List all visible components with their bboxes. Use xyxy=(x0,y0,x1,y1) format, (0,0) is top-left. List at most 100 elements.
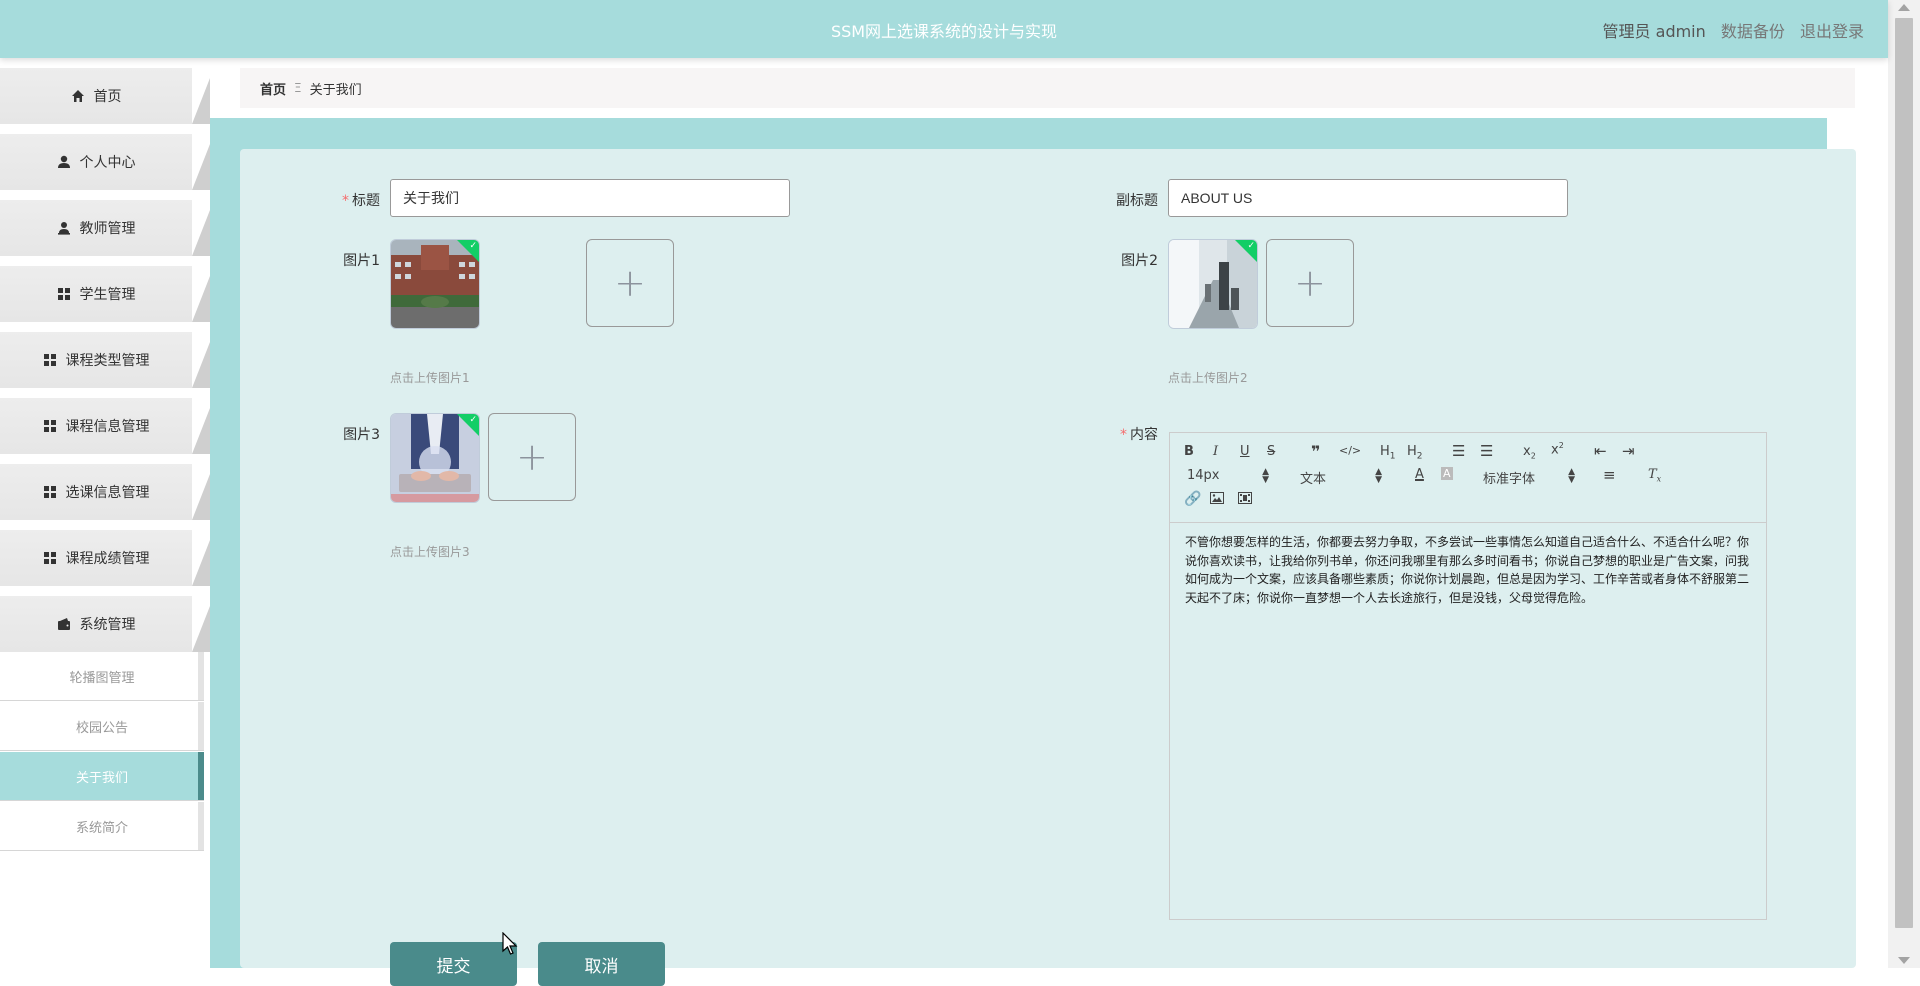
link-icon[interactable]: 🔗 xyxy=(1184,491,1201,507)
pic1-thumbnail[interactable]: ✓ xyxy=(390,239,480,329)
submenu-item-notice[interactable]: 校园公告 xyxy=(0,702,204,751)
subscript-icon[interactable]: x2 xyxy=(1523,444,1536,461)
sidebar-item-profile[interactable]: 个人中心 xyxy=(0,134,192,190)
breadcrumb-separator: Ξ xyxy=(294,81,302,95)
pic1-upload-button[interactable]: + xyxy=(586,239,674,327)
outdent-icon[interactable]: ⇤ xyxy=(1594,442,1607,460)
pic3-thumbnail[interactable]: ✓ xyxy=(390,413,480,503)
submenu-item-carousel[interactable]: 轮播图管理 xyxy=(0,652,204,701)
code-block-icon[interactable]: </> xyxy=(1339,444,1361,457)
blockquote-icon[interactable]: ❞ xyxy=(1311,442,1320,461)
content-label: * 内容 xyxy=(1120,427,1158,443)
sidebar-item-course-info[interactable]: 课程信息管理 xyxy=(0,398,192,454)
editor-toolbar: B I U S ❞ </> H1 H2 ☰ ☰ x2 x2 ⇤ ⇥ 14px ▲ ▼… xyxy=(1170,433,1766,523)
select-arrow-icon: ▲ ▼ xyxy=(1375,467,1382,485)
sidebar-item-label: 学生管理 xyxy=(79,287,136,303)
scrollbar-thumb[interactable] xyxy=(1895,18,1913,928)
background-color-icon[interactable]: A xyxy=(1441,467,1453,480)
submenu-item-about-us[interactable]: 关于我们 xyxy=(0,752,204,801)
current-user: 管理员 admin xyxy=(1602,22,1706,41)
pic3-upload-button[interactable]: + xyxy=(488,413,576,501)
grid-icon xyxy=(43,485,57,499)
vertical-scrollbar[interactable] xyxy=(1888,0,1920,968)
plus-icon: + xyxy=(614,261,646,305)
pic2-thumbnail[interactable]: ✓ xyxy=(1168,239,1258,329)
font-family-select[interactable]: 标准字体 ▲ ▼ xyxy=(1483,467,1575,488)
indent-icon[interactable]: ⇥ xyxy=(1622,442,1635,460)
select-arrow-icon: ▲ ▼ xyxy=(1568,467,1575,485)
sidebar-item-selection-info[interactable]: 选课信息管理 xyxy=(0,464,192,520)
sidebar-item-students[interactable]: 学生管理 xyxy=(0,266,192,322)
home-icon xyxy=(71,89,85,103)
sidebar-item-label: 选课信息管理 xyxy=(65,485,150,501)
wallet-icon xyxy=(57,617,71,631)
header2-icon[interactable]: H2 xyxy=(1407,444,1423,462)
grid-icon xyxy=(43,551,57,565)
pic3-upload-tip: 点击上传图片3 xyxy=(390,545,470,559)
bullet-list-icon[interactable]: ☰ xyxy=(1480,442,1493,460)
pic2-label: 图片2 xyxy=(1121,253,1158,269)
logout-link[interactable]: 退出登录 xyxy=(1800,22,1864,41)
superscript-icon[interactable]: x2 xyxy=(1551,441,1564,457)
editor-content[interactable]: 不管你想要怎样的生活，你都要去努力争取，不多尝试一些事情怎么知道自己适合什么、不… xyxy=(1185,533,1755,607)
breadcrumb-home[interactable]: 首页 xyxy=(260,79,286,98)
sidebar-item-system[interactable]: 系统管理 xyxy=(0,596,192,652)
submit-button[interactable]: 提交 xyxy=(390,942,517,986)
sidebar-item-grades[interactable]: 课程成绩管理 xyxy=(0,530,192,586)
image-icon[interactable] xyxy=(1210,492,1224,508)
sidebar-item-label: 首页 xyxy=(93,89,122,105)
pic1-upload-tip: 点击上传图片1 xyxy=(390,371,470,385)
sidebar: 首页 个人中心 教师管理 学生管理 课程类型管理 课程信息管理 选课信息管理 课… xyxy=(0,58,210,968)
ordered-list-icon[interactable]: ☰ xyxy=(1452,442,1465,460)
title-label: * 标题 xyxy=(342,193,380,209)
subtitle-input[interactable] xyxy=(1168,179,1568,217)
pic3-label: 图片3 xyxy=(343,427,380,443)
pic1-label: 图片1 xyxy=(343,253,380,269)
plus-icon: + xyxy=(516,435,548,479)
rich-text-editor: B I U S ❞ </> H1 H2 ☰ ☰ x2 x2 ⇤ ⇥ 14px ▲ ▼… xyxy=(1169,432,1767,920)
subtitle-label: 副标题 xyxy=(1116,193,1158,209)
header1-icon[interactable]: H1 xyxy=(1380,444,1396,462)
header-actions: 管理员 admin 数据备份 退出登录 xyxy=(1593,18,1864,42)
data-backup-link[interactable]: 数据备份 xyxy=(1721,22,1785,41)
strikethrough-icon[interactable]: S xyxy=(1267,444,1275,459)
teacher-icon xyxy=(57,221,71,235)
grid-icon xyxy=(43,353,57,367)
title-input[interactable] xyxy=(390,179,790,217)
sidebar-item-label: 课程成绩管理 xyxy=(65,551,150,567)
scroll-down-icon[interactable] xyxy=(1898,957,1910,964)
sidebar-item-label: 个人中心 xyxy=(79,155,136,171)
breadcrumb-current: 关于我们 xyxy=(309,82,362,98)
sidebar-item-teachers[interactable]: 教师管理 xyxy=(0,200,192,256)
sidebar-item-label: 教师管理 xyxy=(79,221,136,237)
cancel-button[interactable]: 取消 xyxy=(538,942,665,986)
check-icon: ✓ xyxy=(469,415,477,425)
check-icon: ✓ xyxy=(1247,241,1255,251)
sidebar-item-home[interactable]: 首页 xyxy=(0,68,192,124)
grid-icon xyxy=(57,287,71,301)
sidebar-item-course-types[interactable]: 课程类型管理 xyxy=(0,332,192,388)
italic-icon[interactable]: I xyxy=(1213,444,1218,459)
bold-icon[interactable]: B xyxy=(1184,444,1194,459)
plus-icon: + xyxy=(1294,261,1326,305)
header-select[interactable]: 文本 ▲ ▼ xyxy=(1300,467,1382,488)
pic2-upload-button[interactable]: + xyxy=(1266,239,1354,327)
video-icon[interactable] xyxy=(1238,492,1252,508)
sidebar-item-label: 课程类型管理 xyxy=(65,353,150,369)
font-size-select[interactable]: 14px ▲ ▼ xyxy=(1187,467,1269,485)
user-icon xyxy=(57,155,71,169)
align-icon[interactable]: ≡ xyxy=(1603,466,1616,484)
clear-format-icon[interactable]: Tx xyxy=(1648,467,1661,484)
underline-icon[interactable]: U xyxy=(1240,444,1250,459)
top-navbar: SSM网上选课系统的设计与实现 管理员 admin 数据备份 退出登录 xyxy=(0,0,1888,58)
font-color-icon[interactable]: A xyxy=(1415,467,1424,482)
sidebar-item-label: 系统管理 xyxy=(79,617,136,633)
pic2-upload-tip: 点击上传图片2 xyxy=(1168,371,1248,385)
grid-icon xyxy=(43,419,57,433)
scroll-up-icon[interactable] xyxy=(1898,4,1910,11)
submenu-item-system-intro[interactable]: 系统简介 xyxy=(0,802,204,851)
check-icon: ✓ xyxy=(469,241,477,251)
select-arrow-icon: ▲ ▼ xyxy=(1262,467,1269,485)
sidebar-item-label: 课程信息管理 xyxy=(65,419,150,435)
mouse-cursor-icon xyxy=(502,932,518,955)
